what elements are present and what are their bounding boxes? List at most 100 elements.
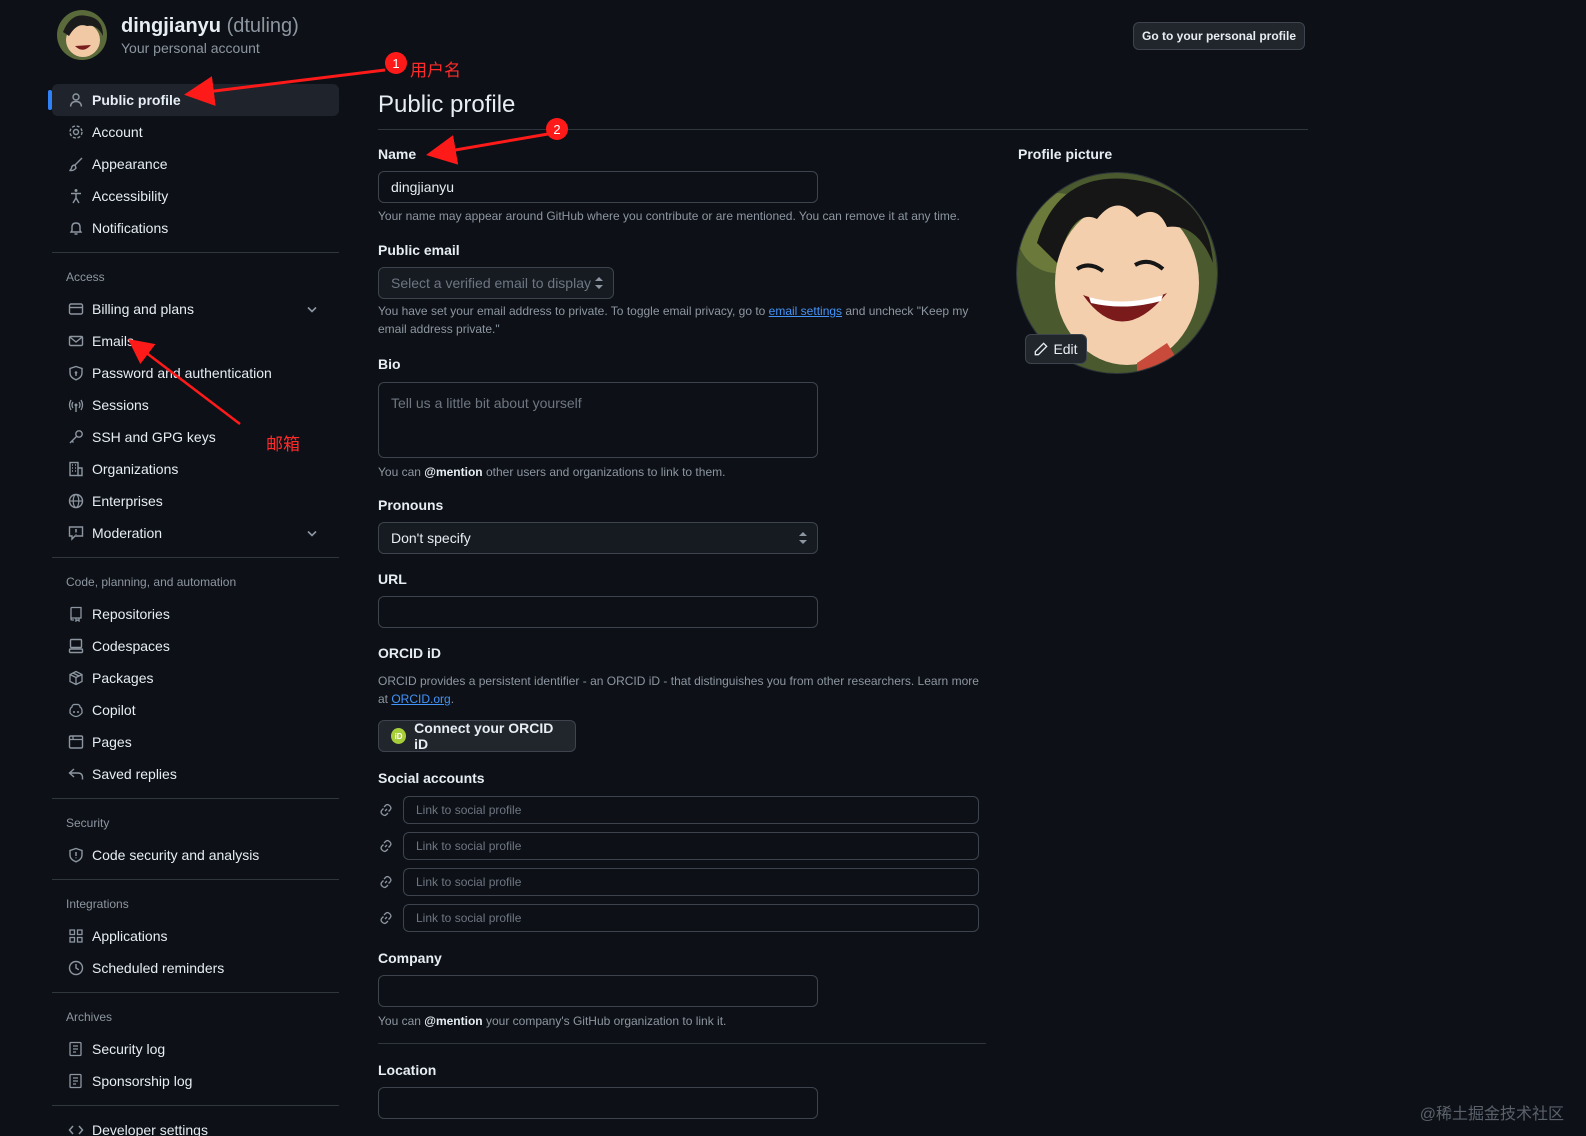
divider [52, 992, 339, 993]
sidebar-item-developer-settings[interactable]: Developer settings [52, 1114, 339, 1136]
sidebar-item-accessibility[interactable]: Accessibility [52, 180, 339, 212]
section-heading-security: Security [66, 816, 110, 830]
public-email-label: Public email [378, 242, 460, 258]
sidebar-item-billing-and-plans[interactable]: Billing and plans [52, 293, 339, 325]
sidebar-item-sessions[interactable]: Sessions [52, 389, 339, 421]
sidebar-item-codespaces[interactable]: Codespaces [52, 630, 339, 662]
link-icon [378, 910, 394, 926]
pronouns-value: Don't specify [391, 530, 471, 546]
sidebar-item-label: Security log [92, 1041, 166, 1057]
key-icon [68, 429, 84, 445]
code-icon [68, 1122, 84, 1136]
chevron-down-icon[interactable] [305, 302, 319, 316]
page-title: Public profile [378, 91, 1308, 130]
section-heading-access: Access [66, 270, 105, 284]
section-heading-integrations: Integrations [66, 897, 129, 911]
sidebar-item-packages[interactable]: Packages [52, 662, 339, 694]
sidebar-item-label: Applications [92, 928, 168, 944]
sidebar-item-appearance[interactable]: Appearance [52, 148, 339, 180]
social-profile-input[interactable]: Link to social profile [403, 832, 979, 860]
shield-lock-icon [68, 365, 84, 381]
sidebar-item-sponsorship-log[interactable]: Sponsorship log [52, 1065, 339, 1097]
sidebar-item-emails[interactable]: Emails [52, 325, 339, 357]
sidebar-item-public-profile[interactable]: Public profile [48, 84, 339, 116]
report-icon [68, 525, 84, 541]
sidebar-item-code-security-and-analysis[interactable]: Code security and analysis [52, 839, 339, 871]
sidebar-item-scheduled-reminders[interactable]: Scheduled reminders [52, 952, 339, 984]
location-input[interactable] [378, 1087, 818, 1119]
login-name: (dtuling) [226, 14, 299, 37]
sidebar-item-label: Codespaces [92, 638, 170, 654]
chevron-down-icon[interactable] [305, 526, 319, 540]
sidebar-item-copilot[interactable]: Copilot [52, 694, 339, 726]
name-note: Your name may appear around GitHub where… [378, 209, 960, 223]
sidebar-item-label: Notifications [92, 220, 169, 236]
connect-orcid-button[interactable]: iD Connect your ORCID iD [378, 720, 576, 752]
social-profile-input[interactable]: Link to social profile [403, 796, 979, 824]
browser-icon [68, 734, 84, 750]
watermark: @稀土掘金技术社区 [1419, 1106, 1564, 1123]
bio-textarea[interactable]: Tell us a little bit about yourself [378, 382, 818, 458]
organization-icon [68, 461, 84, 477]
sidebar-item-password-and-authentication[interactable]: Password and authentication [52, 357, 339, 389]
sidebar-item-enterprises[interactable]: Enterprises [52, 485, 339, 517]
orcid-link[interactable]: ORCID.org [391, 692, 450, 706]
sidebar-item-organizations[interactable]: Organizations [52, 453, 339, 485]
settings-sidebar: Public profile Account Appearance Accessibi… [48, 84, 339, 1136]
gear-icon [68, 124, 84, 140]
section-heading-archives: Archives [66, 1010, 113, 1024]
social-profile-input[interactable]: Link to social profile [403, 868, 979, 896]
email-settings-link[interactable]: email settings [769, 304, 842, 318]
bell-icon [68, 220, 84, 236]
pronouns-select[interactable]: Don't specify [378, 522, 818, 554]
divider [52, 879, 339, 880]
sidebar-item-label: SSH and GPG keys [92, 429, 216, 445]
mail-icon [68, 333, 84, 349]
divider [52, 252, 339, 253]
pencil-icon [1035, 342, 1049, 356]
profile-picture-label: Profile picture [1018, 146, 1113, 162]
codespaces-icon [68, 638, 84, 654]
public-email-note: You have set your email address to priva… [378, 304, 969, 336]
divider [378, 1043, 986, 1044]
name-input[interactable]: dingjianyu [378, 171, 818, 203]
url-input[interactable] [378, 596, 818, 628]
sidebar-item-account[interactable]: Account [52, 116, 339, 148]
credit-card-icon [68, 301, 84, 317]
section-heading-code: Code, planning, and automation [66, 575, 237, 589]
social-profile-placeholder: Link to social profile [416, 875, 522, 889]
sidebar-item-label: Organizations [92, 461, 179, 477]
orcid-note: ORCID provides a persistent identifier -… [378, 674, 979, 706]
sidebar-item-applications[interactable]: Applications [52, 920, 339, 952]
sidebar-item-label: Appearance [92, 156, 168, 172]
social-profile-placeholder: Link to social profile [416, 911, 522, 925]
name-label: Name [378, 146, 417, 162]
sidebar-item-saved-replies[interactable]: Saved replies [52, 758, 339, 790]
sidebar-item-pages[interactable]: Pages [52, 726, 339, 758]
sidebar-item-label: Public profile [92, 92, 181, 108]
sidebar-item-notifications[interactable]: Notifications [52, 212, 339, 244]
shield-icon [68, 847, 84, 863]
avatar[interactable] [57, 10, 107, 60]
globe-icon [68, 493, 84, 509]
accessibility-icon [68, 188, 84, 204]
company-input[interactable] [378, 975, 818, 1007]
company-note: You can @mention your company's GitHub o… [378, 1014, 727, 1028]
company-label: Company [378, 950, 442, 966]
select-arrows-icon [799, 532, 807, 544]
account-subtitle: Your personal account [121, 39, 260, 56]
sidebar-item-label: Billing and plans [92, 301, 194, 317]
social-profile-placeholder: Link to social profile [416, 839, 522, 853]
public-email-select[interactable]: Select a verified email to display [378, 267, 614, 299]
bio-note: You can @mention other users and organiz… [378, 465, 726, 479]
annotation-badge-2: 2 [546, 118, 568, 140]
sidebar-item-moderation[interactable]: Moderation [52, 517, 339, 549]
edit-picture-button[interactable]: Edit [1025, 334, 1087, 364]
bio-label: Bio [378, 356, 401, 372]
sidebar-item-repositories[interactable]: Repositories [52, 598, 339, 630]
sidebar-item-security-log[interactable]: Security log [52, 1033, 339, 1065]
go-to-profile-button[interactable]: Go to your personal profile [1133, 22, 1305, 50]
divider [52, 1105, 339, 1106]
sidebar-item-label: Repositories [92, 606, 170, 622]
social-profile-input[interactable]: Link to social profile [403, 904, 979, 932]
